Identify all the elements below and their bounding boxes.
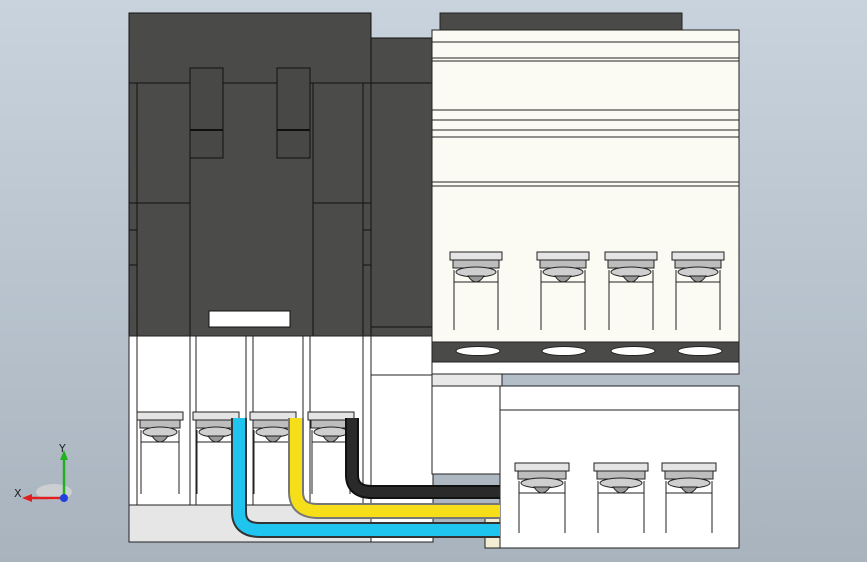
axis-triad: Y X xyxy=(14,440,84,510)
triad-graphic xyxy=(22,450,72,502)
auxiliary-block xyxy=(431,373,740,549)
z-axis-dot xyxy=(60,494,68,502)
contactor-assembly-model[interactable] xyxy=(0,0,867,562)
x-axis-label: X xyxy=(14,487,22,500)
right-contactor xyxy=(431,12,740,375)
left-contactor xyxy=(128,12,434,337)
y-axis-label: Y xyxy=(59,442,66,455)
cad-viewport[interactable]: Y X xyxy=(0,0,867,562)
